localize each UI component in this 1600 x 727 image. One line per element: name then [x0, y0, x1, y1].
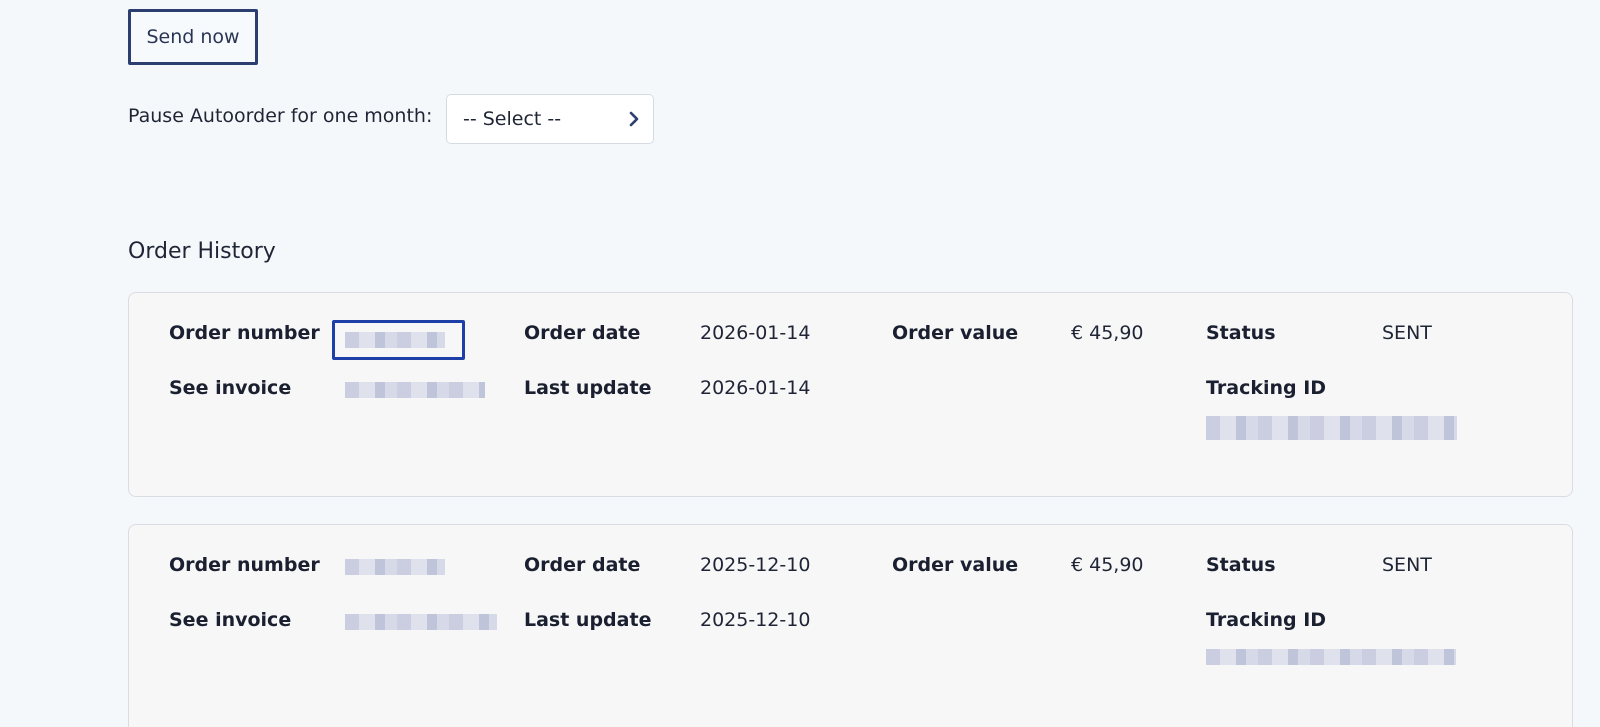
last-update-label: Last update [524, 377, 652, 399]
tracking-id-label: Tracking ID [1206, 377, 1327, 399]
invoice-link[interactable] [345, 614, 497, 630]
invoice-link[interactable] [345, 382, 485, 398]
order-number-label: Order number [169, 554, 320, 576]
send-now-button[interactable]: Send now [128, 9, 258, 65]
last-update-value: 2025-12-10 [700, 609, 811, 631]
status-value: SENT [1382, 554, 1432, 576]
tracking-id-link[interactable] [1206, 416, 1457, 440]
see-invoice-label: See invoice [169, 609, 292, 631]
order-value-label: Order value [892, 554, 1019, 576]
order-number-link[interactable] [332, 320, 465, 360]
order-number-label: Order number [169, 322, 320, 344]
order-value-amount: € 45,90 [1071, 322, 1144, 344]
autoorder-page: Send now Pause Autoorder for one month: … [0, 0, 1600, 727]
redacted-order-number [345, 332, 445, 348]
order-value-label: Order value [892, 322, 1019, 344]
last-update-label: Last update [524, 609, 652, 631]
order-number-link[interactable] [345, 559, 445, 575]
pause-month-select[interactable]: -- Select -- [446, 94, 654, 144]
order-date-label: Order date [524, 554, 641, 576]
order-history-title: Order History [128, 239, 276, 264]
last-update-value: 2026-01-14 [700, 377, 811, 399]
tracking-id-label: Tracking ID [1206, 609, 1327, 631]
order-card: Order number See invoice Order date 2025… [128, 524, 1573, 727]
status-label: Status [1206, 554, 1276, 576]
pause-month-select-value: -- Select -- [463, 108, 562, 130]
order-date-label: Order date [524, 322, 641, 344]
order-value-amount: € 45,90 [1071, 554, 1144, 576]
status-label: Status [1206, 322, 1276, 344]
order-card: Order number See invoice Order date 2026… [128, 292, 1573, 497]
tracking-id-link[interactable] [1206, 649, 1456, 665]
order-date-value: 2025-12-10 [700, 554, 811, 576]
order-date-value: 2026-01-14 [700, 322, 811, 344]
status-value: SENT [1382, 322, 1432, 344]
see-invoice-label: See invoice [169, 377, 292, 399]
chevron-right-icon [629, 111, 639, 127]
pause-autoorder-label: Pause Autoorder for one month: [128, 105, 433, 127]
